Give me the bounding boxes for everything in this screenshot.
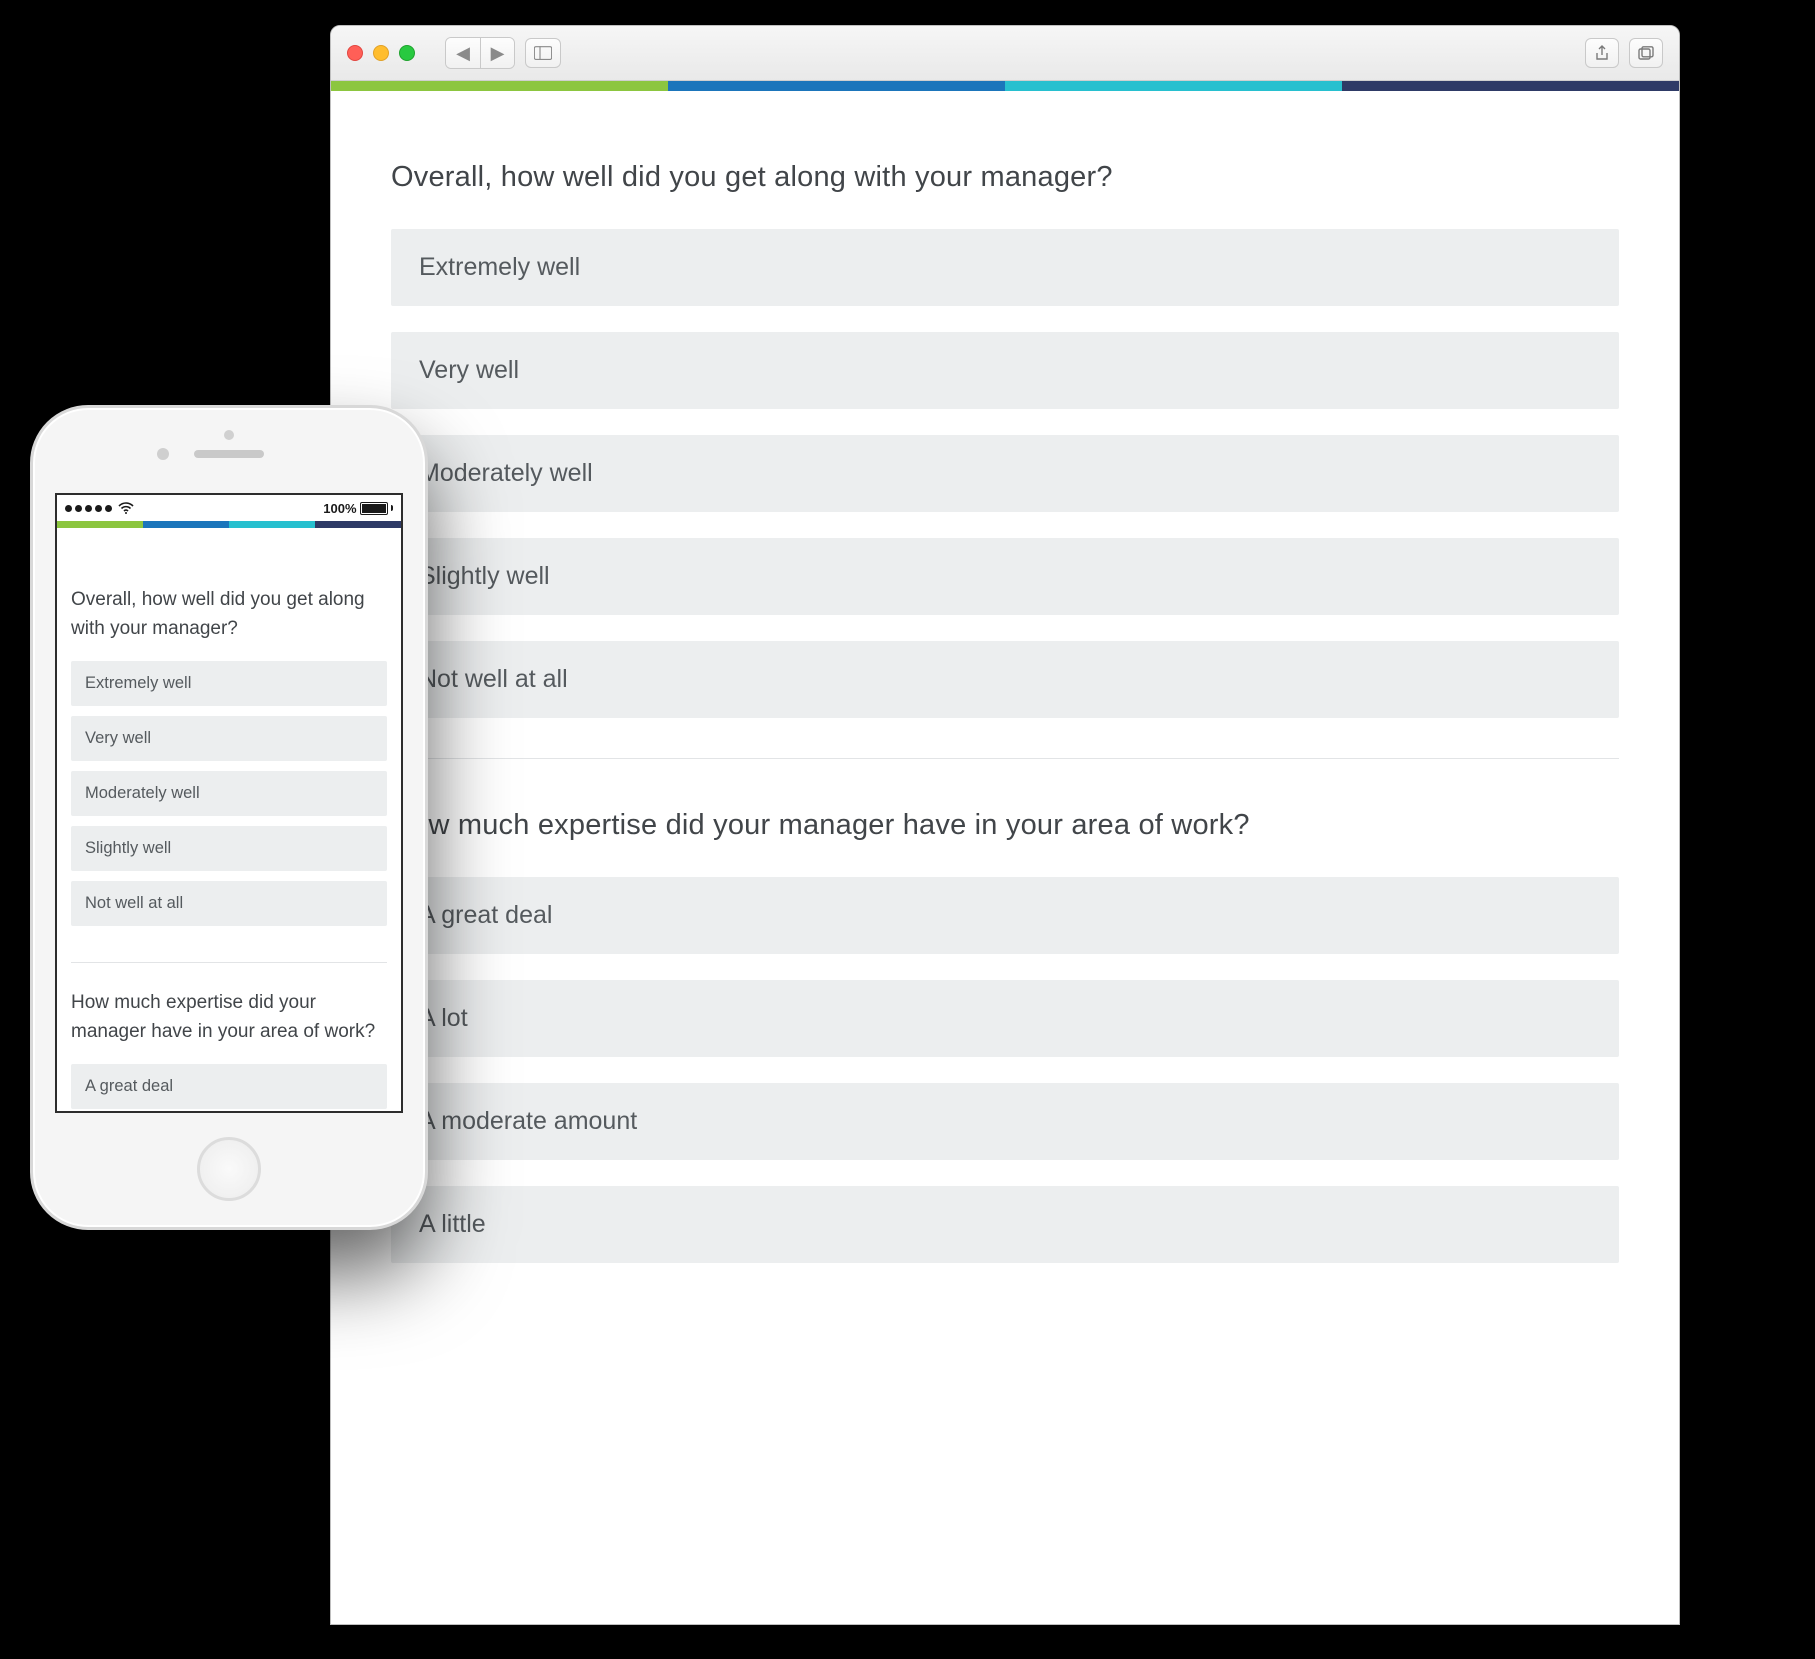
answer-option[interactable]: Extremely well xyxy=(71,661,387,706)
phone-sensor xyxy=(224,430,234,440)
phone-camera xyxy=(157,448,169,460)
sidebar-toggle-button[interactable] xyxy=(525,38,561,68)
brand-color-3 xyxy=(1005,81,1342,91)
answer-option[interactable]: Not well at all xyxy=(71,881,387,926)
answer-option[interactable]: A moderate amount xyxy=(391,1083,1619,1160)
phone-top-bezel xyxy=(33,408,425,493)
forward-button[interactable]: ▶ xyxy=(480,38,514,68)
back-button[interactable]: ◀ xyxy=(446,38,480,68)
tabs-button[interactable] xyxy=(1629,38,1663,68)
maximize-window-button[interactable] xyxy=(399,45,415,61)
brand-color-2 xyxy=(143,521,229,528)
answer-list: A great deal xyxy=(71,1064,387,1109)
answer-list: A great deal A lot A moderate amount A l… xyxy=(391,877,1619,1263)
battery-indicator: 100% xyxy=(323,501,393,516)
brand-color-4 xyxy=(315,521,401,528)
answer-option[interactable]: Moderately well xyxy=(71,771,387,816)
nav-arrow-group: ◀ ▶ xyxy=(445,37,515,69)
phone-status-bar: 100% xyxy=(57,495,401,521)
answer-option[interactable]: A great deal xyxy=(391,877,1619,954)
question-text: Overall, how well did you get along with… xyxy=(71,586,387,643)
tabs-icon xyxy=(1638,46,1654,60)
answer-option[interactable]: Slightly well xyxy=(71,826,387,871)
battery-text: 100% xyxy=(323,501,356,516)
sidebar-icon xyxy=(534,46,552,60)
question-block-2: How much expertise did your manager have… xyxy=(71,989,387,1111)
answer-option[interactable]: A lot xyxy=(391,980,1619,1057)
question-block-2: How much expertise did your manager have… xyxy=(391,809,1619,1303)
brand-color-2 xyxy=(668,81,1005,91)
question-text: How much expertise did your manager have… xyxy=(391,809,1619,842)
survey-page-desktop: Overall, how well did you get along with… xyxy=(331,91,1679,1303)
brand-color-strip xyxy=(331,81,1679,91)
answer-option[interactable]: Very well xyxy=(71,716,387,761)
brand-color-3 xyxy=(229,521,315,528)
close-window-button[interactable] xyxy=(347,45,363,61)
window-controls xyxy=(347,45,415,61)
battery-icon xyxy=(360,502,388,515)
answer-option[interactable]: A little xyxy=(391,1186,1619,1263)
share-icon xyxy=(1595,45,1609,61)
answer-list: Extremely well Very well Moderately well… xyxy=(391,229,1619,718)
answer-option[interactable]: Not well at all xyxy=(391,641,1619,718)
answer-option[interactable]: Slightly well xyxy=(391,538,1619,615)
titlebar-right-controls xyxy=(1585,38,1663,68)
browser-titlebar: ◀ ▶ xyxy=(331,26,1679,81)
wifi-icon xyxy=(118,502,134,514)
answer-option[interactable]: A great deal xyxy=(71,1064,387,1109)
brand-color-4 xyxy=(1342,81,1679,91)
minimize-window-button[interactable] xyxy=(373,45,389,61)
phone-device: 100% Overall, how well did you get along… xyxy=(30,405,428,1230)
question-text: How much expertise did your manager have… xyxy=(71,989,387,1046)
survey-page-mobile: Overall, how well did you get along with… xyxy=(57,528,401,1111)
brand-color-1 xyxy=(57,521,143,528)
brand-color-1 xyxy=(331,81,668,91)
question-block-1: Overall, how well did you get along with… xyxy=(71,586,387,963)
answer-option[interactable]: Extremely well xyxy=(391,229,1619,306)
brand-color-strip-mobile xyxy=(57,521,401,528)
question-text: Overall, how well did you get along with… xyxy=(391,161,1619,194)
phone-screen: 100% Overall, how well did you get along… xyxy=(55,493,403,1113)
answer-option[interactable]: Very well xyxy=(391,332,1619,409)
signal-strength-icon xyxy=(65,505,112,512)
share-button[interactable] xyxy=(1585,38,1619,68)
answer-option[interactable]: Moderately well xyxy=(391,435,1619,512)
browser-window: ◀ ▶ xyxy=(330,25,1680,1625)
home-button[interactable] xyxy=(197,1137,261,1201)
answer-list: Extremely well Very well Moderately well… xyxy=(71,661,387,926)
question-block-1: Overall, how well did you get along with… xyxy=(391,161,1619,759)
phone-earpiece xyxy=(194,450,264,458)
